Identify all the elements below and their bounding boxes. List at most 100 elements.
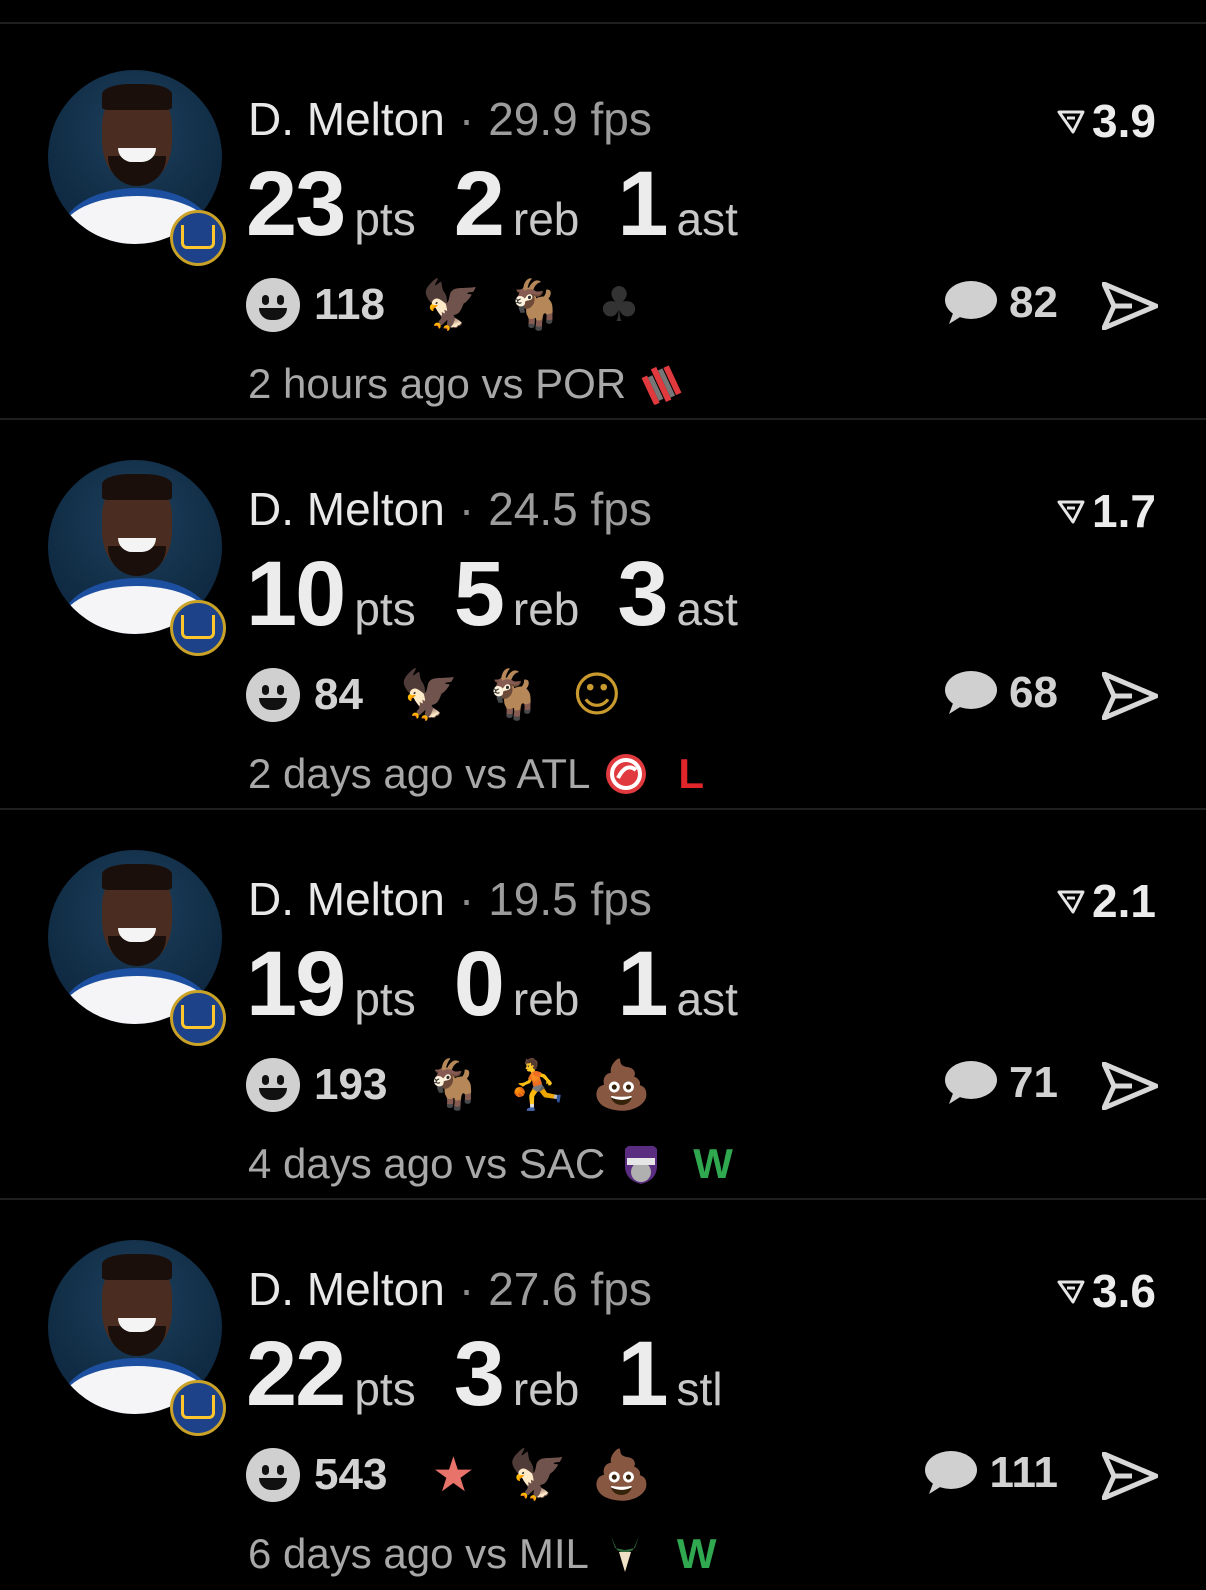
- reaction-count: 543: [314, 1450, 388, 1499]
- player-line: D. Melton · 19.5 fps: [248, 872, 652, 926]
- blazers-logo: [641, 365, 682, 406]
- melting-face-icon[interactable]: ☺: [567, 671, 627, 719]
- reaction-smiley-icon[interactable]: [246, 1448, 300, 1502]
- stat-value: 1: [617, 1323, 668, 1425]
- stat-unit: pts: [354, 583, 416, 635]
- game-time-opponent: 2 days ago vs ATL: [248, 750, 591, 797]
- stat-unit: ast: [676, 193, 738, 245]
- comment-icon: [945, 671, 998, 714]
- comment-icon: [925, 1451, 978, 1494]
- stat-line: 22 pts 3 reb 1 stl: [246, 1322, 761, 1427]
- eagle-icon[interactable]: 🦅: [399, 671, 459, 719]
- reaction-smiley-icon[interactable]: [246, 668, 300, 722]
- patrick-sticker-icon[interactable]: ★: [423, 1451, 483, 1499]
- stat-value: 5: [453, 543, 505, 645]
- fantasy-points: 24.5 fps: [488, 483, 652, 535]
- comment-count: 71: [1009, 1058, 1058, 1107]
- share-icon[interactable]: [1102, 282, 1158, 330]
- game-card[interactable]: D. Melton · 29.9 fps 3.9 23 pts 2 reb 1 ast 1…: [0, 30, 1206, 420]
- reaction-count: 84: [314, 670, 363, 719]
- player-name[interactable]: D. Melton: [248, 873, 445, 925]
- stat-unit: pts: [354, 1363, 416, 1415]
- stat-unit: reb: [512, 973, 580, 1025]
- rating[interactable]: 3.9: [1056, 94, 1156, 148]
- warriors-logo: [170, 210, 226, 266]
- rating-value: 3.9: [1092, 95, 1156, 147]
- game-time-opponent: 4 days ago vs SAC: [248, 1140, 606, 1187]
- rating[interactable]: 3.6: [1056, 1264, 1156, 1318]
- reactions-row: 543 ★ 🦅 💩: [246, 1448, 675, 1502]
- stat-value: 10: [246, 543, 346, 645]
- hawks-logo: [606, 754, 647, 794]
- comments[interactable]: 111: [921, 1448, 1058, 1498]
- comments[interactable]: 82: [941, 278, 1058, 328]
- share-icon[interactable]: [1102, 1062, 1158, 1110]
- stat-value: 3: [617, 543, 668, 645]
- separator-dot: ·: [458, 483, 475, 535]
- game-card[interactable]: D. Melton · 24.5 fps 1.7 10 pts 5 reb 3 ast 8…: [0, 420, 1206, 810]
- comment-count: 68: [1009, 668, 1058, 717]
- stat-value: 1: [617, 153, 668, 255]
- club-icon[interactable]: ♣: [589, 281, 649, 329]
- comment-icon: [945, 1061, 998, 1104]
- rating[interactable]: 2.1: [1056, 874, 1156, 928]
- eagle-icon[interactable]: 🦅: [507, 1451, 568, 1499]
- fantasy-points: 19.5 fps: [488, 873, 652, 925]
- stat-unit: pts: [354, 973, 416, 1025]
- rating-icon: [1057, 110, 1085, 134]
- reaction-smiley-icon[interactable]: [246, 1058, 300, 1112]
- game-time-opponent: 2 hours ago vs POR: [248, 360, 627, 407]
- separator-dot: ·: [458, 1263, 475, 1315]
- stat-line: 10 pts 5 reb 3 ast: [246, 542, 776, 647]
- poop-icon[interactable]: 💩: [591, 1061, 652, 1109]
- stat-unit: ast: [676, 973, 738, 1025]
- goat-icon[interactable]: 🐐: [483, 671, 543, 719]
- comment-count: 111: [989, 1448, 1058, 1497]
- rating-icon: [1057, 1280, 1085, 1304]
- rating-value: 1.7: [1092, 485, 1156, 537]
- game-result: L: [678, 750, 705, 797]
- share-icon[interactable]: [1102, 1452, 1158, 1500]
- stat-unit: reb: [512, 1363, 580, 1415]
- stat-unit: pts: [354, 193, 416, 245]
- rating-icon: [1057, 890, 1085, 914]
- goat-icon[interactable]: 🐐: [505, 281, 565, 329]
- game-meta: 2 hours ago vs POR: [248, 360, 714, 408]
- comments[interactable]: 71: [941, 1058, 1058, 1108]
- stat-line: 23 pts 2 reb 1 ast: [246, 152, 776, 257]
- stat-unit: ast: [676, 583, 738, 635]
- game-card[interactable]: D. Melton · 19.5 fps 2.1 19 pts 0 reb 1 ast 1…: [0, 810, 1206, 1200]
- player-sticker-icon[interactable]: ⛹: [507, 1061, 568, 1109]
- comment-icon: [945, 281, 998, 324]
- stat-value: 0: [453, 933, 505, 1035]
- stat-value: 3: [453, 1323, 505, 1425]
- bucks-logo: [610, 1536, 639, 1572]
- kings-logo: [625, 1146, 658, 1184]
- game-meta: 2 days ago vs ATL L: [248, 750, 704, 798]
- stat-unit: reb: [512, 193, 580, 245]
- reaction-smiley-icon[interactable]: [246, 278, 300, 332]
- eagle-icon[interactable]: 🦅: [421, 281, 481, 329]
- share-icon[interactable]: [1102, 672, 1158, 720]
- player-line: D. Melton · 27.6 fps: [248, 1262, 652, 1316]
- player-line: D. Melton · 29.9 fps: [248, 92, 652, 146]
- reaction-count: 193: [314, 1060, 388, 1109]
- player-name[interactable]: D. Melton: [248, 483, 445, 535]
- game-card[interactable]: D. Melton · 27.6 fps 3.6 22 pts 3 reb 1 stl 5…: [0, 1200, 1206, 1590]
- reactions-row: 84 🦅 🐐 ☺: [246, 668, 651, 722]
- stat-unit: stl: [676, 1363, 723, 1415]
- goat-icon[interactable]: 🐐: [423, 1061, 484, 1109]
- top-divider: [0, 22, 1206, 24]
- player-name[interactable]: D. Melton: [248, 1263, 445, 1315]
- stat-value: 2: [453, 153, 505, 255]
- warriors-logo: [170, 990, 226, 1046]
- game-result: W: [676, 1530, 717, 1577]
- poop-icon[interactable]: 💩: [591, 1451, 652, 1499]
- player-name[interactable]: D. Melton: [248, 93, 445, 145]
- stat-line: 19 pts 0 reb 1 ast: [246, 932, 776, 1037]
- rating[interactable]: 1.7: [1056, 484, 1156, 538]
- rating-icon: [1057, 500, 1085, 524]
- player-line: D. Melton · 24.5 fps: [248, 482, 652, 536]
- comments[interactable]: 68: [941, 668, 1058, 718]
- warriors-logo: [170, 1380, 226, 1436]
